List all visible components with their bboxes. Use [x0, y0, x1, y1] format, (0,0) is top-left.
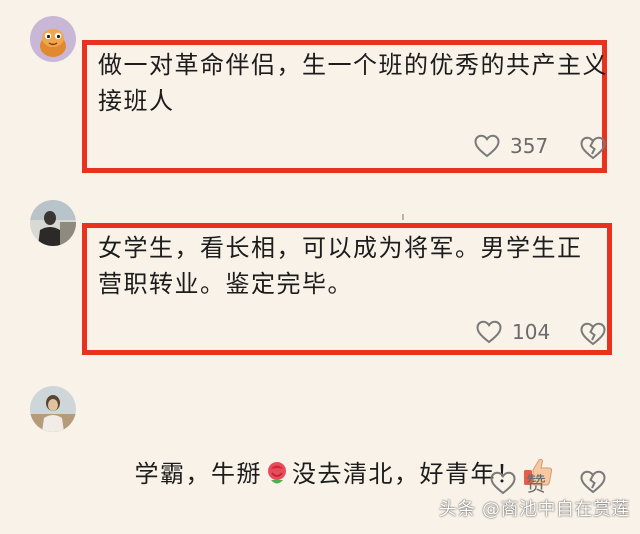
watermark-text: 头条 @商池中自在赏莲 [438, 499, 630, 520]
comment-actions: 赞 [490, 468, 546, 497]
heart-icon [490, 471, 516, 494]
broken-heart-icon [580, 470, 606, 494]
watermark: 头条 @商池中自在赏莲 [439, 495, 630, 521]
comment-actions: 357 [474, 134, 548, 158]
comment-text: 做一对革命伴侣，生一个班的优秀的共产主义接班人 [98, 51, 608, 115]
comment-actions: 104 [476, 320, 550, 344]
rose-emoji-icon [262, 458, 292, 498]
photo-avatar-icon[interactable] [30, 386, 76, 432]
like-button[interactable]: 104 [476, 320, 550, 344]
comment-text: 女学生，看长相，可以成为将军。男学生正营职转业。鉴定完毕。 [98, 234, 583, 298]
like-count: 104 [512, 320, 551, 344]
like-count: 357 [510, 134, 549, 158]
divider-mark [402, 214, 404, 220]
comment-text-part-1: 学霸，牛掰 [134, 460, 263, 488]
heart-icon [476, 320, 502, 344]
like-label: 赞 [526, 472, 546, 496]
heart-icon [474, 134, 500, 158]
broken-heart-icon [580, 322, 606, 346]
dislike-button[interactable] [580, 136, 606, 160]
like-button[interactable]: 赞 [490, 468, 546, 497]
like-button[interactable]: 357 [474, 134, 548, 158]
broken-heart-icon [580, 136, 606, 160]
dislike-button[interactable] [580, 322, 606, 346]
comment-text-part-2: 没去清北，好青年！ [292, 460, 522, 488]
cartoon-avatar-icon[interactable] [30, 16, 76, 62]
dislike-button[interactable] [580, 470, 606, 494]
photo-avatar-icon[interactable] [30, 200, 76, 246]
